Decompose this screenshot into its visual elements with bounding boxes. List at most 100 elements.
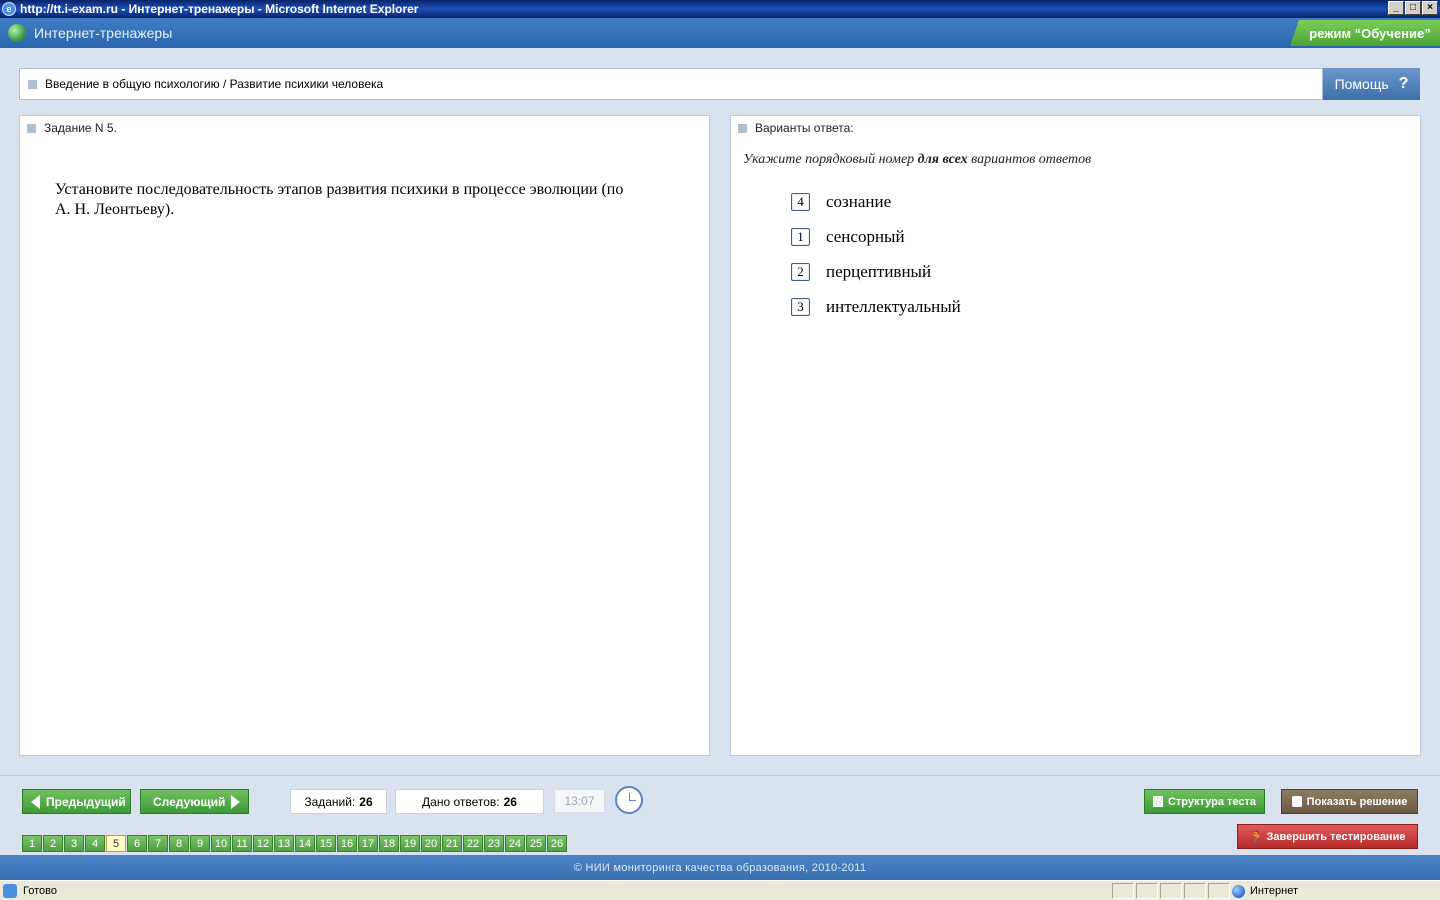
page-button-6[interactable]: 6 bbox=[127, 835, 147, 852]
page-button-26[interactable]: 26 bbox=[547, 835, 567, 852]
page-button-9[interactable]: 9 bbox=[190, 835, 210, 852]
order-number-input[interactable]: 4 bbox=[791, 192, 810, 211]
page-button-2[interactable]: 2 bbox=[43, 835, 63, 852]
page-button-1[interactable]: 1 bbox=[22, 835, 42, 852]
answer-text: перцептивный bbox=[826, 261, 932, 281]
order-number-input[interactable]: 3 bbox=[791, 297, 810, 316]
task-label: Задание N 5. bbox=[44, 121, 117, 135]
running-man-icon: 🏃 bbox=[1249, 829, 1265, 844]
window-title: http://tt.i-exam.ru - Интернет-тренажеры… bbox=[20, 2, 419, 16]
previous-label: Предыдущий bbox=[46, 794, 126, 809]
finish-test-button[interactable]: 🏃 Завершить тестирование bbox=[1237, 824, 1418, 849]
status-text: Готово bbox=[23, 884, 57, 897]
page-button-16[interactable]: 16 bbox=[337, 835, 357, 852]
page-button-23[interactable]: 23 bbox=[484, 835, 504, 852]
instruction-bold: для всех bbox=[917, 152, 968, 167]
finish-test-label: Завершить тестирование bbox=[1266, 830, 1406, 843]
square-bullet-icon bbox=[28, 79, 37, 89]
previous-button[interactable]: Предыдущий bbox=[22, 789, 131, 814]
answer-text: интеллектуальный bbox=[826, 296, 961, 316]
next-label: Следующий bbox=[153, 794, 226, 809]
square-bullet-icon bbox=[27, 123, 36, 133]
page-button-17[interactable]: 17 bbox=[358, 835, 378, 852]
answered-count-box: Дано ответов: 26 bbox=[395, 789, 544, 814]
internet-globe-icon bbox=[1232, 884, 1245, 898]
answered-count-label: Дано ответов: bbox=[422, 794, 500, 809]
status-cells bbox=[1112, 883, 1230, 899]
next-button[interactable]: Следующий bbox=[140, 789, 249, 814]
page-button-22[interactable]: 22 bbox=[463, 835, 483, 852]
answer-option: 2 перцептивный bbox=[791, 254, 961, 289]
help-button[interactable]: Помощь ? bbox=[1323, 68, 1420, 100]
window-controls: _ □ × bbox=[1388, 1, 1438, 15]
show-solution-button[interactable]: Показать решение bbox=[1281, 789, 1418, 814]
instruction-pre: Укажите порядковый номер bbox=[743, 152, 918, 167]
page-button-18[interactable]: 18 bbox=[379, 835, 399, 852]
show-solution-label: Показать решение bbox=[1306, 795, 1408, 808]
status-bar: Готово Интернет bbox=[0, 880, 1440, 900]
page-button-4[interactable]: 4 bbox=[85, 835, 105, 852]
instruction-post: вариантов ответов bbox=[967, 152, 1092, 167]
answer-option: 1 сенсорный bbox=[791, 219, 961, 254]
footer: © НИИ мониторинга качества образования, … bbox=[0, 855, 1440, 880]
clock-icon bbox=[615, 786, 643, 814]
answers-panel-header: Варианты ответа: bbox=[731, 116, 1420, 140]
status-cell bbox=[1160, 883, 1182, 899]
security-zone: Интернет bbox=[1232, 883, 1298, 899]
task-panel: Задание N 5. Установите последовательнос… bbox=[19, 115, 710, 756]
answers-label: Варианты ответа: bbox=[755, 121, 854, 135]
app-header: Интернет-тренажеры режим “Обучение” bbox=[0, 18, 1440, 48]
page-button-7[interactable]: 7 bbox=[148, 835, 168, 852]
page-button-8[interactable]: 8 bbox=[169, 835, 189, 852]
page-button-15[interactable]: 15 bbox=[316, 835, 336, 852]
arrow-left-icon bbox=[31, 794, 40, 809]
page-button-20[interactable]: 20 bbox=[421, 835, 441, 852]
page-button-10[interactable]: 10 bbox=[211, 835, 231, 852]
page-button-19[interactable]: 19 bbox=[400, 835, 420, 852]
page-button-21[interactable]: 21 bbox=[442, 835, 462, 852]
answered-count-value: 26 bbox=[503, 794, 517, 809]
breadcrumb: Введение в общую психологию / Развитие п… bbox=[19, 68, 1323, 100]
tasks-count-box: Заданий: 26 bbox=[290, 789, 387, 814]
ie-icon: e bbox=[2, 2, 16, 16]
mode-badge: режим “Обучение” bbox=[1290, 20, 1440, 46]
task-panel-header: Задание N 5. bbox=[20, 116, 709, 140]
status-cell bbox=[1112, 883, 1134, 899]
window-titlebar: e http://tt.i-exam.ru - Интернет-тренаже… bbox=[0, 0, 1440, 18]
arrow-right-icon bbox=[231, 794, 241, 809]
page-button-3[interactable]: 3 bbox=[64, 835, 84, 852]
square-bullet-icon bbox=[738, 123, 747, 133]
question-pager: 1 2 3 4 5 6 7 8 9 10 11 12 13 14 15 16 17 18 19 20 21 22 23 24 2… bbox=[22, 835, 567, 852]
answer-option: 3 интеллектуальный bbox=[791, 289, 961, 324]
order-number-input[interactable]: 2 bbox=[791, 262, 810, 281]
answers-panel: Варианты ответа: Укажите порядковый номе… bbox=[730, 115, 1421, 756]
status-cell bbox=[1184, 883, 1206, 899]
order-number-input[interactable]: 1 bbox=[791, 227, 810, 246]
close-button[interactable]: × bbox=[1422, 1, 1438, 15]
minimize-button[interactable]: _ bbox=[1388, 1, 1404, 15]
maximize-button[interactable]: □ bbox=[1405, 1, 1421, 15]
question-mark-icon: ? bbox=[1398, 75, 1409, 92]
app-title: Интернет-тренажеры bbox=[34, 25, 173, 41]
page-button-24[interactable]: 24 bbox=[505, 835, 525, 852]
page-button-11[interactable]: 11 bbox=[232, 835, 252, 852]
globe-icon bbox=[8, 24, 26, 42]
test-structure-label: Структура теста bbox=[1167, 795, 1257, 808]
page-button-5[interactable]: 5 bbox=[106, 835, 126, 852]
page-button-13[interactable]: 13 bbox=[274, 835, 294, 852]
status-cell bbox=[1208, 883, 1230, 899]
answer-text: сенсорный bbox=[826, 226, 905, 246]
answer-text: сознание bbox=[826, 191, 892, 211]
book-icon bbox=[1291, 796, 1302, 807]
test-structure-button[interactable]: Структура теста bbox=[1144, 789, 1265, 814]
breadcrumb-text: Введение в общую психологию / Развитие п… bbox=[45, 77, 384, 91]
status-cell bbox=[1136, 883, 1158, 899]
page-button-25[interactable]: 25 bbox=[526, 835, 546, 852]
answer-list: 4 сознание 1 сенсорный 2 перцептивный 3 … bbox=[791, 184, 961, 324]
page-button-12[interactable]: 12 bbox=[253, 835, 273, 852]
answer-instruction: Укажите порядковый номер для всех вариан… bbox=[743, 152, 1091, 168]
document-icon bbox=[1152, 796, 1163, 807]
page-button-14[interactable]: 14 bbox=[295, 835, 315, 852]
copyright-text: © НИИ мониторинга качества образования, … bbox=[573, 861, 867, 874]
tasks-count-value: 26 bbox=[359, 794, 373, 809]
